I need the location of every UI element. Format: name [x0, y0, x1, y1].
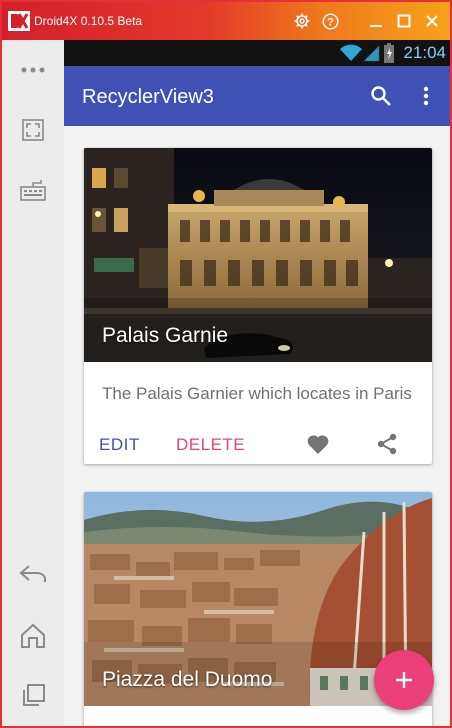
add-icon [396, 672, 412, 688]
add-fab-button[interactable] [374, 650, 434, 710]
overflow-menu-icon[interactable] [414, 84, 438, 108]
share-icon[interactable] [375, 432, 399, 456]
more-icon[interactable] [19, 56, 47, 84]
card-item[interactable]: Palais Garnie The Palais Garnier which l… [84, 148, 432, 464]
signal-icon [363, 44, 380, 67]
favorite-icon[interactable] [306, 432, 330, 456]
fullscreen-icon[interactable] [19, 116, 47, 144]
status-time: 21:04 [403, 43, 446, 62]
app-bar: RecyclerView3 [64, 66, 450, 126]
search-icon[interactable] [369, 84, 393, 108]
gear-icon[interactable] [292, 11, 312, 31]
status-bar: 21:04 [64, 40, 450, 66]
app-title: RecyclerView3 [82, 86, 214, 108]
delete-button[interactable]: DELETE [176, 435, 245, 455]
wifi-icon [340, 44, 362, 67]
back-icon[interactable] [19, 560, 47, 588]
minimize-icon[interactable] [366, 11, 386, 31]
droid4x-logo-icon [8, 11, 30, 31]
card-title: Palais Garnie [102, 324, 229, 347]
recents-icon[interactable] [19, 682, 47, 710]
home-icon[interactable] [19, 622, 47, 650]
card-description: The Palais Garnier which locates in Pari… [102, 384, 412, 403]
keyboard-icon[interactable] [19, 176, 47, 204]
close-icon[interactable] [422, 11, 442, 31]
emulator-window: Droid4X 0.10.5 Beta ? 21:04 RecyclerView… [0, 0, 452, 728]
battery-icon [384, 43, 394, 68]
recycler-view[interactable]: Palais Garnie The Palais Garnier which l… [64, 126, 450, 726]
android-screen: 21:04 RecyclerView3 Palais Garnie The Pa… [64, 40, 450, 726]
emulator-title: Droid4X 0.10.5 Beta [34, 14, 143, 28]
emulator-titlebar: Droid4X 0.10.5 Beta ? [2, 2, 450, 40]
emulator-sidebar [2, 40, 64, 726]
maximize-icon[interactable] [394, 11, 414, 31]
help-icon[interactable]: ? [320, 11, 340, 31]
card-image: Palais Garnie [84, 148, 432, 362]
card-title: Piazza del Duomo [102, 668, 273, 691]
edit-button[interactable]: EDIT [99, 435, 140, 455]
svg-text:?: ? [327, 16, 334, 28]
